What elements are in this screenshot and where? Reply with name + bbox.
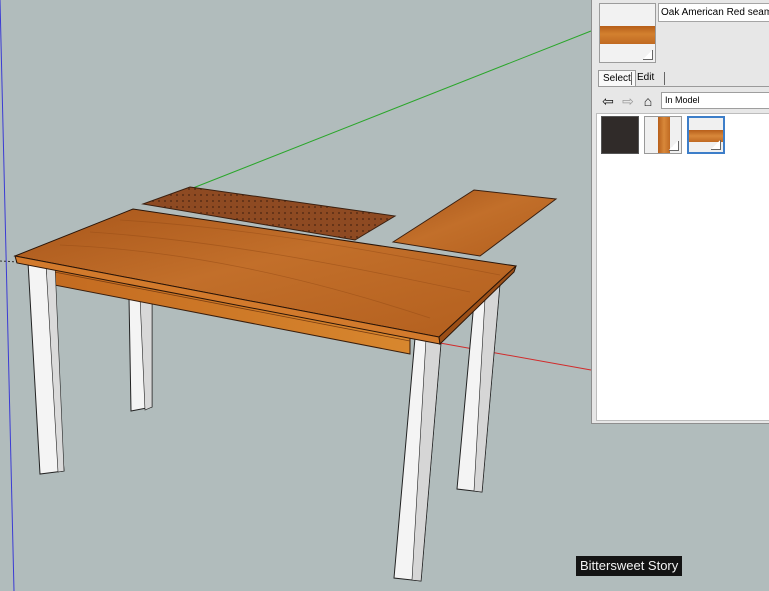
material-nav-row: ⇦ ⇨ ⌂ In Model — [599, 92, 769, 110]
green-axis — [192, 30, 592, 189]
home-icon[interactable]: ⌂ — [639, 92, 657, 110]
wood-panel[interactable] — [391, 189, 558, 257]
swatch-dark-gray[interactable] — [601, 116, 639, 154]
swatch-wood-vertical[interactable] — [644, 116, 682, 154]
watermark: Bittersweet Story — [576, 556, 683, 576]
material-preview-swatch[interactable] — [599, 3, 656, 63]
forward-arrow-icon[interactable]: ⇨ — [619, 92, 637, 110]
create-material-icon[interactable] — [643, 50, 653, 60]
material-swatch-grid — [596, 113, 769, 421]
swatch-corner-icon — [711, 140, 721, 150]
tab-divider — [598, 86, 769, 87]
materials-panel: Oak American Red seamless Select Edit ⇦ … — [591, 0, 769, 424]
collection-select[interactable]: In Model — [661, 92, 769, 109]
blue-axis — [0, 0, 15, 591]
swatch-corner-icon — [669, 141, 679, 151]
red-axis — [439, 342, 592, 371]
wood-texture — [600, 26, 655, 44]
tab-edit[interactable]: Edit — [633, 70, 658, 86]
tab-separator — [631, 72, 632, 85]
tab-separator — [664, 72, 665, 85]
back-arrow-icon[interactable]: ⇦ — [599, 92, 617, 110]
material-name-field[interactable]: Oak American Red seamless — [658, 3, 769, 22]
swatch-wood-horizontal-selected[interactable] — [687, 116, 725, 154]
